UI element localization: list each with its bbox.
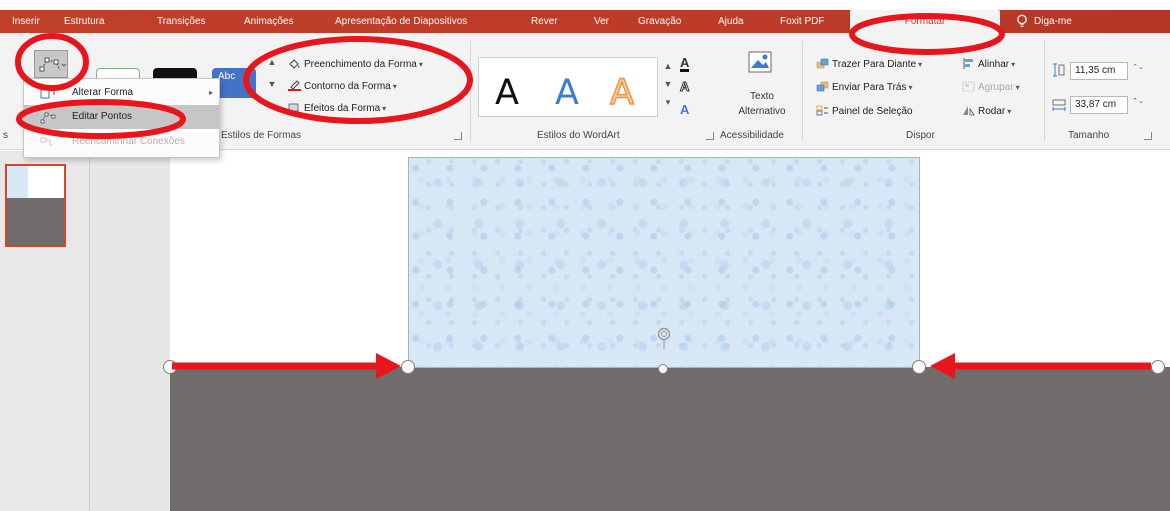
arrange-group-label: Dispor — [906, 130, 935, 141]
shape-effects-icon — [288, 103, 299, 112]
shape-styles-group-label: Estilos de Formas — [221, 130, 302, 141]
alt-text-button[interactable]: Texto Alternativo — [730, 48, 794, 128]
text-fill-button[interactable]: A — [680, 56, 690, 72]
send-backward-label: Enviar Para Trás — [832, 82, 907, 93]
thumbnail-blue-shape — [7, 166, 28, 198]
resize-handle-right-point[interactable] — [912, 360, 926, 374]
shape-styles-launcher[interactable] — [454, 132, 462, 140]
thumbnail-gray-shape — [7, 198, 64, 245]
resize-handle-left-point[interactable] — [401, 360, 415, 374]
tab-ver[interactable]: Ver — [594, 10, 609, 33]
menu-item-label: Editar Pontos — [72, 111, 133, 122]
edit-shape-dropdown-menu: Alterar Forma ▸ Editar Pontos Reencaminh… — [23, 78, 220, 158]
tab-foxit-pdf[interactable]: Foxit PDF — [780, 10, 824, 33]
tab-apresentacao-diapositivos[interactable]: Apresentação de Diapositivos — [335, 10, 467, 33]
align-button[interactable]: Alinhar ▾ — [962, 58, 1015, 72]
align-label: Alinhar — [978, 59, 1010, 70]
rotate-button[interactable]: Rodar ▾ — [962, 105, 1011, 119]
shape-fill-label: Preenchimento da Forma — [304, 59, 417, 70]
shape-effects-label: Efeitos da Forma — [304, 103, 381, 114]
shape-height-icon — [1053, 63, 1065, 77]
edit-points-icon — [40, 112, 56, 124]
resize-handle-right[interactable] — [1151, 360, 1165, 374]
shape-width-icon — [1052, 99, 1066, 111]
shape-height-stepper[interactable]: ⌃⌄ — [1132, 62, 1144, 74]
tab-rever[interactable]: Rever — [531, 10, 558, 33]
change-shape-icon — [40, 88, 55, 99]
tab-animacoes[interactable]: Animações — [244, 10, 293, 33]
edit-shape-icon — [39, 57, 67, 72]
wordart-launcher[interactable] — [706, 132, 714, 140]
text-outline-button[interactable]: A — [679, 80, 689, 94]
selection-pane-label: Painel de Seleção — [832, 106, 913, 117]
edit-shape-button[interactable] — [34, 50, 68, 78]
send-backward-button[interactable]: Enviar Para Trás ▾ — [816, 81, 913, 95]
shape-width-stepper[interactable]: ⌃⌄ — [1132, 96, 1144, 108]
wordart-scroll-up[interactable]: ▲ — [662, 60, 674, 72]
size-group-label: Tamanho — [1068, 130, 1110, 141]
ribbon-tab-bar: Inserir Estrutura Transições Animações A… — [0, 0, 1170, 33]
group-button[interactable]: Agrupar ▾ — [962, 81, 1020, 95]
group-label: Agrupar — [978, 82, 1014, 93]
shape-fill-button[interactable]: Preenchimento da Forma ▾ — [288, 58, 423, 72]
insert-shapes-group-label: s — [3, 130, 8, 141]
paint-bucket-icon — [289, 59, 300, 69]
wordart-style-black[interactable]: A — [495, 73, 519, 113]
bring-forward-label: Trazer Para Diante — [832, 59, 917, 70]
bring-forward-icon — [816, 58, 829, 69]
rotate-label: Rodar — [978, 106, 1006, 117]
shape-outline-label: Contorno da Forma — [304, 81, 391, 92]
shape-height-input[interactable]: 11,35 cm — [1070, 62, 1128, 80]
shape-effects-button[interactable]: Efeitos da Forma ▾ — [288, 102, 386, 116]
shape-styles-scroll-down[interactable]: ▼ — [266, 78, 278, 90]
menu-item-change-shape[interactable]: Alterar Forma ▸ — [24, 81, 219, 105]
wordart-style-blue[interactable]: A — [555, 73, 579, 113]
shape-width-input[interactable]: 33,87 cm — [1070, 96, 1128, 114]
alt-text-icon — [748, 51, 772, 73]
tab-inserir[interactable]: Inserir — [12, 10, 40, 33]
lightbulb-icon — [1017, 14, 1027, 27]
alt-text-line2: Alternativo — [738, 106, 786, 117]
wordart-scroll-down[interactable]: ▼ — [662, 78, 674, 90]
slide-thumbnail[interactable] — [5, 164, 66, 247]
alt-text-line1: Texto — [750, 91, 774, 102]
group-icon — [962, 81, 975, 92]
text-effects-button[interactable]: A — [680, 103, 689, 116]
wordart-style-orange-outline[interactable]: A — [609, 72, 634, 114]
menu-item-label: Alterar Forma — [72, 87, 134, 98]
group-separator — [470, 41, 471, 141]
selection-pane-icon — [816, 105, 828, 116]
tab-transicoes[interactable]: Transições — [157, 10, 206, 33]
shape-outline-button[interactable]: Contorno da Forma ▾ — [288, 80, 397, 94]
wordart-more[interactable]: ▾ — [662, 96, 674, 108]
tell-me-search[interactable]: Diga-me — [1034, 10, 1072, 33]
send-backward-icon — [816, 81, 829, 92]
pen-outline-icon — [288, 80, 301, 91]
menu-item-reroute-connectors[interactable]: Reencaminhar Conexões — [24, 130, 219, 154]
selection-pane-button[interactable]: Painel de Seleção — [816, 105, 913, 119]
size-launcher[interactable] — [1144, 132, 1152, 140]
tab-gravacao[interactable]: Gravação — [638, 10, 681, 33]
group-separator — [802, 41, 803, 141]
menu-item-edit-points[interactable]: Editar Pontos — [24, 105, 219, 129]
tab-ajuda[interactable]: Ajuda — [718, 10, 744, 33]
accessibility-group-label: Acessibilidade — [720, 130, 784, 141]
resize-handle-bottom-center[interactable] — [658, 364, 668, 374]
align-icon — [963, 58, 973, 69]
bring-forward-button[interactable]: Trazer Para Diante ▾ — [816, 58, 922, 72]
tab-estrutura[interactable]: Estrutura — [64, 10, 105, 33]
rotate-icon — [963, 106, 975, 116]
wordart-group-label: Estilos do WordArt — [537, 130, 620, 141]
tab-formatar[interactable]: Formatar — [850, 10, 1000, 33]
submenu-arrow-icon: ▸ — [208, 88, 213, 97]
rotate-handle-icon[interactable] — [657, 327, 671, 349]
menu-item-label: Reencaminhar Conexões — [72, 136, 185, 147]
group-separator — [1044, 41, 1045, 141]
gray-rectangle-shape[interactable] — [170, 367, 1170, 511]
shape-styles-scroll-up[interactable]: ▲ — [266, 56, 278, 68]
reroute-connectors-icon — [40, 137, 53, 146]
resize-handle-left[interactable] — [163, 360, 177, 374]
